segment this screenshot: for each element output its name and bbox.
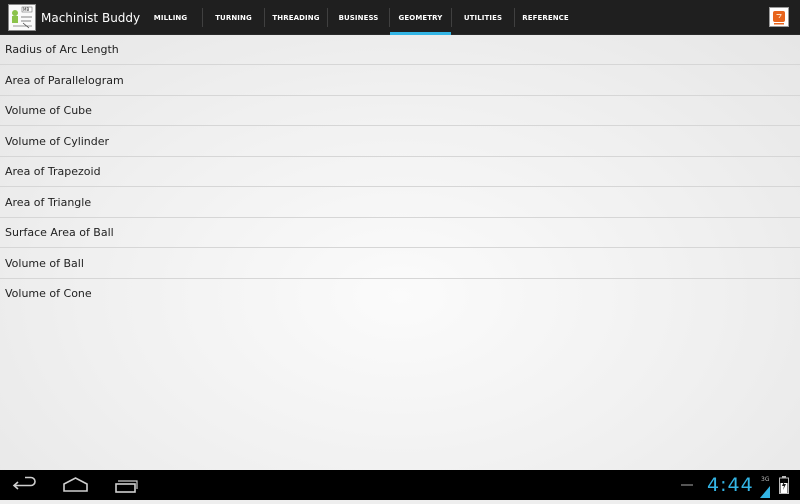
system-bar: 4:44 3G (0, 470, 800, 500)
status-clock[interactable]: 4:44 (707, 473, 754, 497)
list-item-area-of-parallelogram[interactable]: Area of Parallelogram (0, 66, 800, 96)
tab-business[interactable]: BUSINESS (328, 0, 389, 35)
tab-label: UTILITIES (463, 13, 503, 22)
list-item-area-of-trapezoid[interactable]: Area of Trapezoid (0, 157, 800, 187)
back-icon (12, 476, 36, 490)
list-item-label: Surface Area of Ball (5, 226, 114, 239)
network-type-label: 3G (761, 476, 770, 483)
notification-dash-icon[interactable] (681, 484, 693, 486)
recent-apps-icon (115, 480, 138, 493)
action-bar: MB Machinist Buddy MILLING TURNING THREA… (0, 0, 800, 35)
tab-label: REFERENCE (522, 13, 569, 22)
battery-icon (779, 476, 789, 498)
list-item-volume-of-cone[interactable]: Volume of Cone (0, 279, 800, 309)
list-item-radius-of-arc-length[interactable]: Radius of Arc Length (0, 35, 800, 65)
home-icon (63, 477, 88, 492)
tab-turning[interactable]: TURNING (203, 0, 264, 35)
tab-label: BUSINESS (338, 13, 379, 22)
overflow-menu-icon[interactable] (769, 7, 789, 27)
list-item-label: Radius of Arc Length (5, 43, 119, 56)
tab-label: TURNING (215, 13, 252, 22)
list-item-label: Area of Trapezoid (5, 165, 101, 178)
signal-icon (760, 483, 770, 502)
list-item-surface-area-of-ball[interactable]: Surface Area of Ball (0, 218, 800, 248)
recent-apps-button[interactable] (106, 470, 146, 500)
list-item-volume-of-cube[interactable]: Volume of Cube (0, 96, 800, 126)
tab-geometry[interactable]: GEOMETRY (390, 0, 451, 35)
app-title: Machinist Buddy (41, 11, 141, 25)
tab-threading[interactable]: THREADING (265, 0, 327, 35)
list-item-label: Area of Parallelogram (5, 73, 124, 87)
home-button[interactable] (56, 470, 96, 500)
geometry-list: Radius of Arc Length Area of Parallelogr… (0, 35, 800, 470)
list-item-volume-of-cylinder[interactable]: Volume of Cylinder (0, 127, 800, 157)
tab-milling[interactable]: MILLING (139, 0, 202, 35)
list-item-label: Volume of Cube (5, 104, 92, 117)
list-item-label: Area of Triangle (5, 195, 92, 209)
tab-utilities[interactable]: UTILITIES (452, 0, 514, 35)
list-item-area-of-triangle[interactable]: Area of Triangle (0, 188, 800, 218)
back-button[interactable] (5, 470, 45, 500)
tab-reference[interactable]: REFERENCE (515, 0, 576, 35)
list-item-volume-of-ball[interactable]: Volume of Ball (0, 249, 800, 279)
list-item-label: Volume of Cone (5, 287, 92, 300)
list-item-label: Volume of Cylinder (5, 134, 110, 148)
svg-text:MB: MB (23, 7, 29, 12)
tab-label: MILLING (153, 13, 188, 22)
list-item-label: Volume of Ball (5, 256, 84, 270)
app-logo-icon[interactable]: MB (8, 4, 36, 31)
tab-label: GEOMETRY (398, 13, 443, 22)
tab-label: THREADING (272, 13, 320, 22)
